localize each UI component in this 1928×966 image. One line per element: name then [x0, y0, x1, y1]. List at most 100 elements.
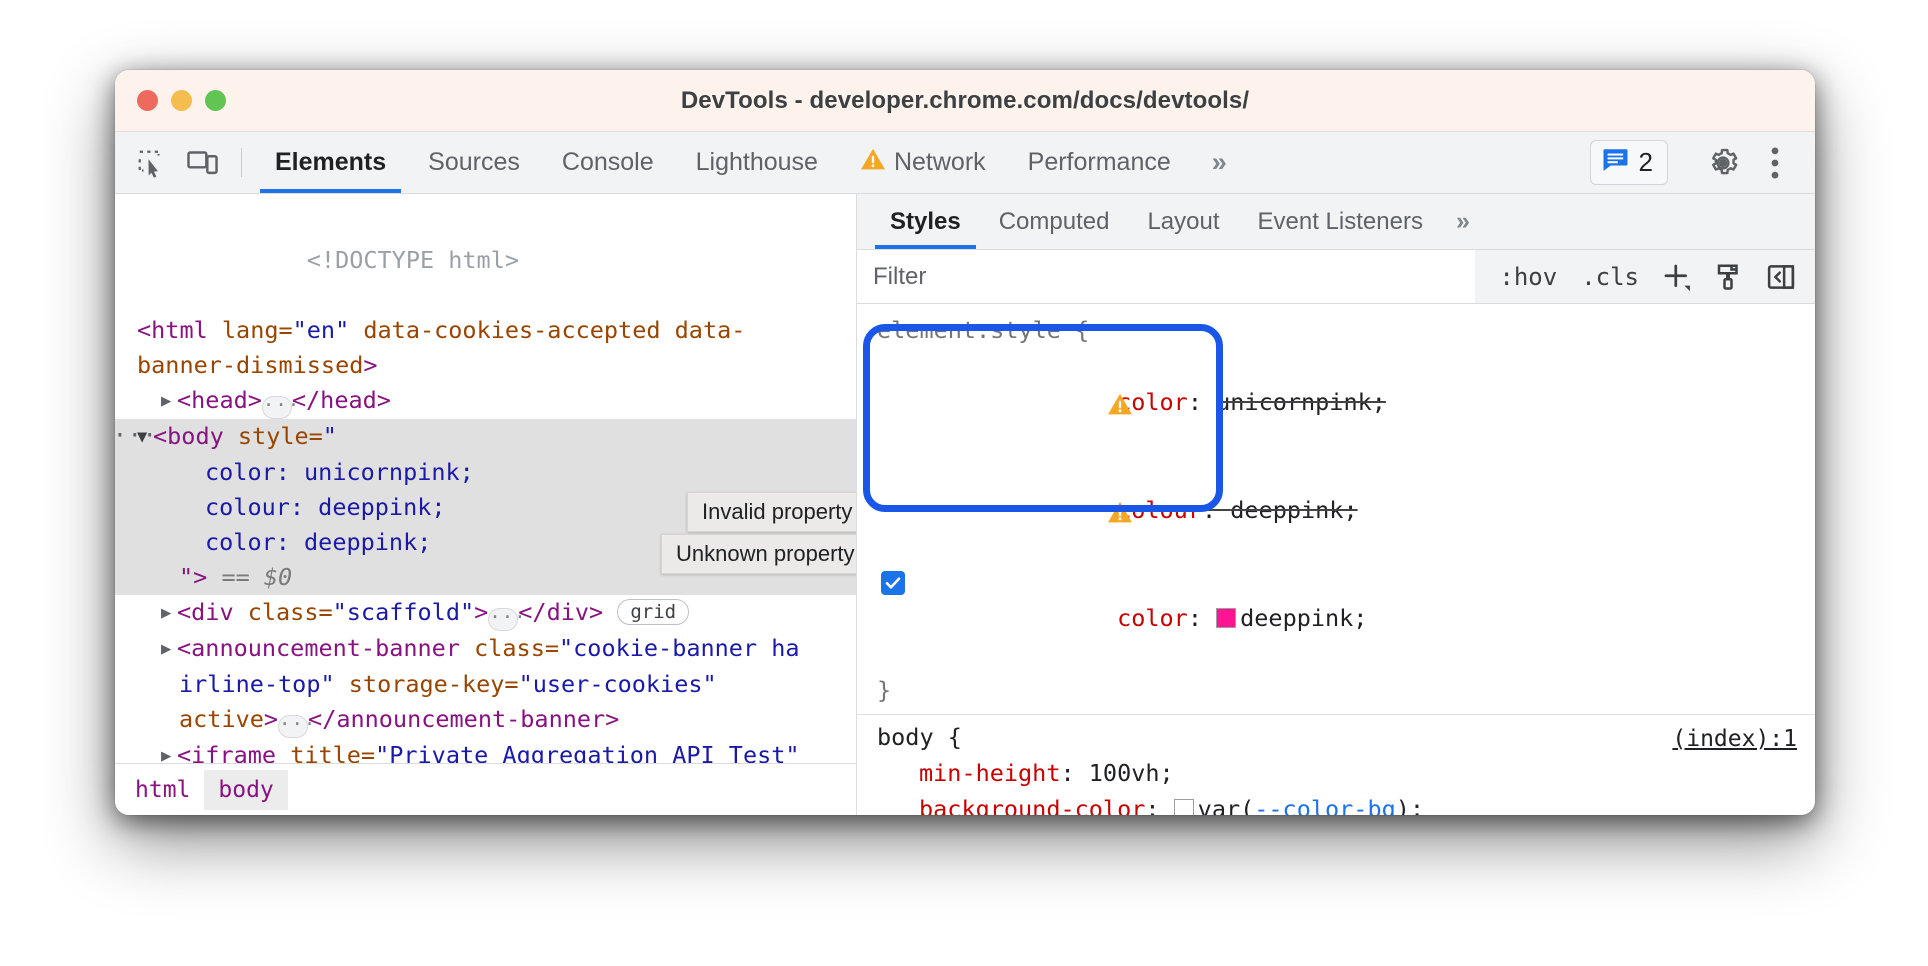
- tab-sources-label: Sources: [428, 148, 520, 177]
- collapsed-content-icon[interactable]: ···: [278, 715, 308, 738]
- node-overflow-dots-icon[interactable]: ···: [115, 419, 158, 454]
- dom-line-html-open-wrap[interactable]: banner-dismissed>: [115, 348, 856, 383]
- tab-performance[interactable]: Performance: [1007, 132, 1192, 193]
- tab-styles-label: Styles: [890, 208, 961, 236]
- html-attr-data-1: data-cookies-accepted data-: [349, 316, 745, 344]
- body-attr-style: style=: [224, 422, 323, 450]
- devtools-window: DevTools - developer.chrome.com/docs/dev…: [115, 70, 1815, 815]
- ab-attr-class: class=: [460, 634, 559, 662]
- declaration-property[interactable]: color: [1117, 604, 1188, 632]
- collapsed-content-icon[interactable]: ···: [262, 396, 292, 419]
- toggle-class-button[interactable]: .cls: [1571, 259, 1649, 295]
- toggle-hover-state-button[interactable]: :hov: [1489, 259, 1567, 295]
- dom-line-div-scaffold[interactable]: ▶<div class="scaffold">···</div> grid: [115, 595, 856, 631]
- devtools-main-toolbar: Elements Sources Console Lighthouse: [115, 132, 1815, 194]
- color-swatch[interactable]: [1216, 608, 1236, 628]
- grid-badge[interactable]: grid: [617, 599, 689, 625]
- more-panels-chevron-icon[interactable]: »: [1192, 132, 1244, 193]
- expand-arrow-div-icon[interactable]: ▶: [161, 596, 177, 631]
- declaration-colon: :: [1202, 496, 1230, 524]
- declaration-property[interactable]: background-color: [919, 795, 1145, 815]
- dom-line-announcement-banner-3[interactable]: active>···</announcement-banner>: [115, 702, 856, 738]
- rule-body[interactable]: body { (index):1 min-height: 100vh; back…: [857, 719, 1815, 815]
- tooltip-invalid-property-value: Invalid property value: [687, 492, 856, 532]
- rule-divider: [857, 714, 1815, 715]
- window-titlebar: DevTools - developer.chrome.com/docs/dev…: [115, 70, 1815, 132]
- tab-lighthouse[interactable]: Lighthouse: [675, 132, 839, 193]
- declaration-background-color[interactable]: background-color: var(--color-bg);: [877, 791, 1797, 815]
- styles-filter-tools: :hov .cls: [1475, 255, 1815, 299]
- tab-computed-label: Computed: [999, 208, 1110, 236]
- dom-line-announcement-banner[interactable]: ▶<announcement-banner class="cookie-bann…: [115, 631, 856, 667]
- tooltip-unknown-property-name: Unknown property name: [661, 534, 856, 574]
- declaration-min-height[interactable]: min-height: 100vh;: [877, 755, 1797, 791]
- declaration-value[interactable]: deeppink;: [1230, 496, 1357, 524]
- declaration-value[interactable]: 100vh;: [1089, 759, 1174, 787]
- declaration-css-variable[interactable]: --color-bg: [1254, 795, 1395, 815]
- gear-icon[interactable]: [1697, 146, 1749, 180]
- paintbrush-icon[interactable]: [1705, 255, 1753, 299]
- tab-event-listeners[interactable]: Event Listeners: [1239, 194, 1442, 249]
- breadcrumb-item-body[interactable]: body: [204, 770, 287, 810]
- rule-body-source-link[interactable]: (index):1: [1672, 721, 1797, 757]
- body-style-decl-1: color: unicornpink;: [205, 458, 474, 486]
- panel-tabs: Elements Sources Console Lighthouse: [254, 132, 1192, 193]
- expand-arrow-head-icon[interactable]: ▶: [161, 384, 177, 419]
- tab-console[interactable]: Console: [541, 132, 675, 193]
- styles-rules-list[interactable]: element.style { color: unicornpink;: [857, 304, 1815, 815]
- declaration-color-deeppink[interactable]: color: deeppink;: [877, 564, 1797, 672]
- body-style-quote-close: ">: [179, 563, 207, 591]
- declaration-value[interactable]: deeppink;: [1240, 604, 1367, 632]
- ab-attr-active: active: [179, 705, 264, 733]
- dom-line-head[interactable]: ▶<head>···</head>: [115, 383, 856, 419]
- rule-element-style-close: }: [877, 672, 1797, 708]
- body-style-decl-3: color: deeppink;: [205, 528, 431, 556]
- breadcrumb: html body: [115, 763, 856, 815]
- declaration-color-unicornpink[interactable]: color: unicornpink;: [877, 348, 1797, 456]
- div-attr-class: class=: [234, 598, 333, 626]
- collapsed-content-icon[interactable]: ···: [488, 608, 518, 631]
- console-messages-button[interactable]: 2: [1590, 140, 1668, 185]
- more-sidebar-tabs-chevron-icon[interactable]: »: [1442, 194, 1481, 249]
- tab-computed[interactable]: Computed: [980, 194, 1129, 249]
- iframe-tag-open: <iframe: [177, 741, 276, 763]
- console-messages-count: 2: [1639, 147, 1653, 178]
- three-dot-menu-icon[interactable]: [1749, 146, 1801, 180]
- dom-tree[interactable]: <!DOCTYPE html> <html lang="en" data-coo…: [115, 194, 856, 763]
- tab-elements[interactable]: Elements: [254, 132, 407, 193]
- html-tag-gt: >: [363, 351, 377, 379]
- inspect-element-icon[interactable]: [125, 132, 177, 193]
- tab-elements-label: Elements: [275, 148, 386, 177]
- expand-arrow-iframe-icon[interactable]: ▶: [161, 739, 177, 763]
- declaration-enabled-checkbox[interactable]: [881, 571, 905, 595]
- tab-sources[interactable]: Sources: [407, 132, 541, 193]
- plus-icon[interactable]: [1653, 255, 1701, 299]
- styles-filter-input[interactable]: [857, 250, 1475, 303]
- selected-node-marker: == $0: [221, 563, 292, 591]
- toolbar-divider: [241, 148, 242, 177]
- html-value-lang: "en": [293, 316, 350, 344]
- dom-line-body-open[interactable]: ···▼<body style=": [115, 419, 856, 455]
- rule-element-style[interactable]: element.style { color: unicornpink;: [857, 312, 1815, 708]
- tab-layout[interactable]: Layout: [1128, 194, 1238, 249]
- tab-network[interactable]: Network: [839, 132, 1007, 193]
- tab-event-listeners-label: Event Listeners: [1258, 208, 1423, 236]
- screenshot-root: DevTools - developer.chrome.com/docs/dev…: [0, 0, 1928, 966]
- dom-line-doctype[interactable]: <!DOCTYPE html>: [115, 208, 856, 313]
- color-swatch[interactable]: [1174, 799, 1194, 815]
- declaration-property[interactable]: min-height: [919, 759, 1060, 787]
- declaration-value-suffix: );: [1396, 795, 1424, 815]
- expand-arrow-announcement-icon[interactable]: ▶: [161, 632, 177, 667]
- dom-line-style-1[interactable]: color: unicornpink;: [115, 455, 856, 490]
- breadcrumb-item-html[interactable]: html: [121, 770, 204, 810]
- toggle-sidebar-icon[interactable]: [1757, 255, 1805, 299]
- declaration-colour-deeppink[interactable]: colour: deeppink;: [877, 456, 1797, 564]
- device-toolbar-icon[interactable]: [177, 132, 229, 193]
- message-icon: [1602, 148, 1629, 177]
- dom-line-announcement-banner-2[interactable]: irline-top" storage-key="user-cookies": [115, 667, 856, 702]
- window-title: DevTools - developer.chrome.com/docs/dev…: [115, 87, 1815, 115]
- dom-line-iframe[interactable]: ▶<iframe title="Private Aggregation API …: [115, 738, 856, 763]
- tab-styles[interactable]: Styles: [871, 194, 980, 249]
- declaration-value[interactable]: unicornpink;: [1216, 388, 1386, 416]
- dom-line-html-open[interactable]: <html lang="en" data-cookies-accepted da…: [115, 313, 856, 348]
